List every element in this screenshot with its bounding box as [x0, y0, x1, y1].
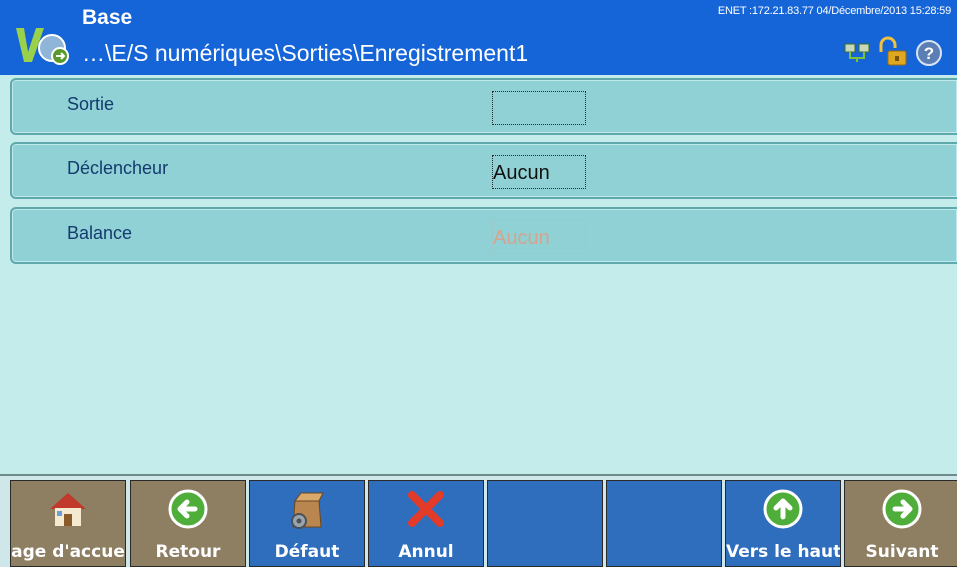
- header-bar: Base …\E/S numériques\Sorties\Enregistre…: [0, 0, 957, 75]
- header-icons: ?: [844, 36, 942, 66]
- back-button[interactable]: Retour: [130, 480, 246, 567]
- breadcrumb-path: …\E/S numériques\Sorties\Enregistrement1: [82, 40, 529, 66]
- status-line: ENET :172.21.83.77 04/Décembre/2013 15:2…: [717, 5, 951, 17]
- softkey-empty-1: [487, 480, 603, 567]
- page-title: Base: [82, 6, 133, 29]
- box-gear-icon: [291, 492, 324, 529]
- next-button-label: Suivant: [865, 542, 939, 562]
- scroll-up-button-label: Vers le haut: [726, 542, 840, 562]
- help-icon[interactable]: ?: [916, 40, 942, 66]
- back-button-label: Retour: [155, 542, 221, 562]
- home-icon: [50, 493, 86, 526]
- arrow-right-icon: [882, 489, 922, 529]
- setting-row-sortie[interactable]: Sortie: [10, 78, 957, 135]
- default-button[interactable]: Défaut: [249, 480, 365, 567]
- home-button-label: age d'accue: [11, 542, 125, 562]
- setting-row-balance: Balance Aucun: [10, 207, 957, 264]
- svg-text:?: ?: [924, 44, 934, 63]
- unlocked-padlock-icon[interactable]: [879, 36, 907, 66]
- row-label-declencheur: Déclencheur: [67, 158, 169, 178]
- network-icon: [844, 43, 870, 62]
- row-label-balance: Balance: [67, 223, 133, 243]
- setting-row-declencheur[interactable]: Déclencheur Aucun: [10, 142, 957, 199]
- next-button[interactable]: Suivant: [844, 480, 957, 567]
- arrow-left-icon: [168, 489, 208, 529]
- softkey-empty-2: [606, 480, 722, 567]
- declencheur-field[interactable]: Aucun: [492, 155, 586, 189]
- cancel-button[interactable]: Annul: [368, 480, 484, 567]
- default-button-label: Défaut: [274, 542, 340, 562]
- red-x-icon: [408, 491, 444, 527]
- scroll-up-button[interactable]: Vers le haut: [725, 480, 841, 567]
- home-button[interactable]: age d'accue: [10, 480, 126, 567]
- softkey-bar: age d'accue Retour Défaut Annul Vers le …: [0, 474, 957, 567]
- sortie-field[interactable]: [492, 91, 586, 125]
- io-logo-icon: [16, 28, 69, 65]
- arrow-up-icon: [763, 489, 803, 529]
- balance-field: Aucun: [492, 220, 586, 254]
- cancel-button-label: Annul: [398, 542, 454, 562]
- row-label-sortie: Sortie: [67, 94, 115, 114]
